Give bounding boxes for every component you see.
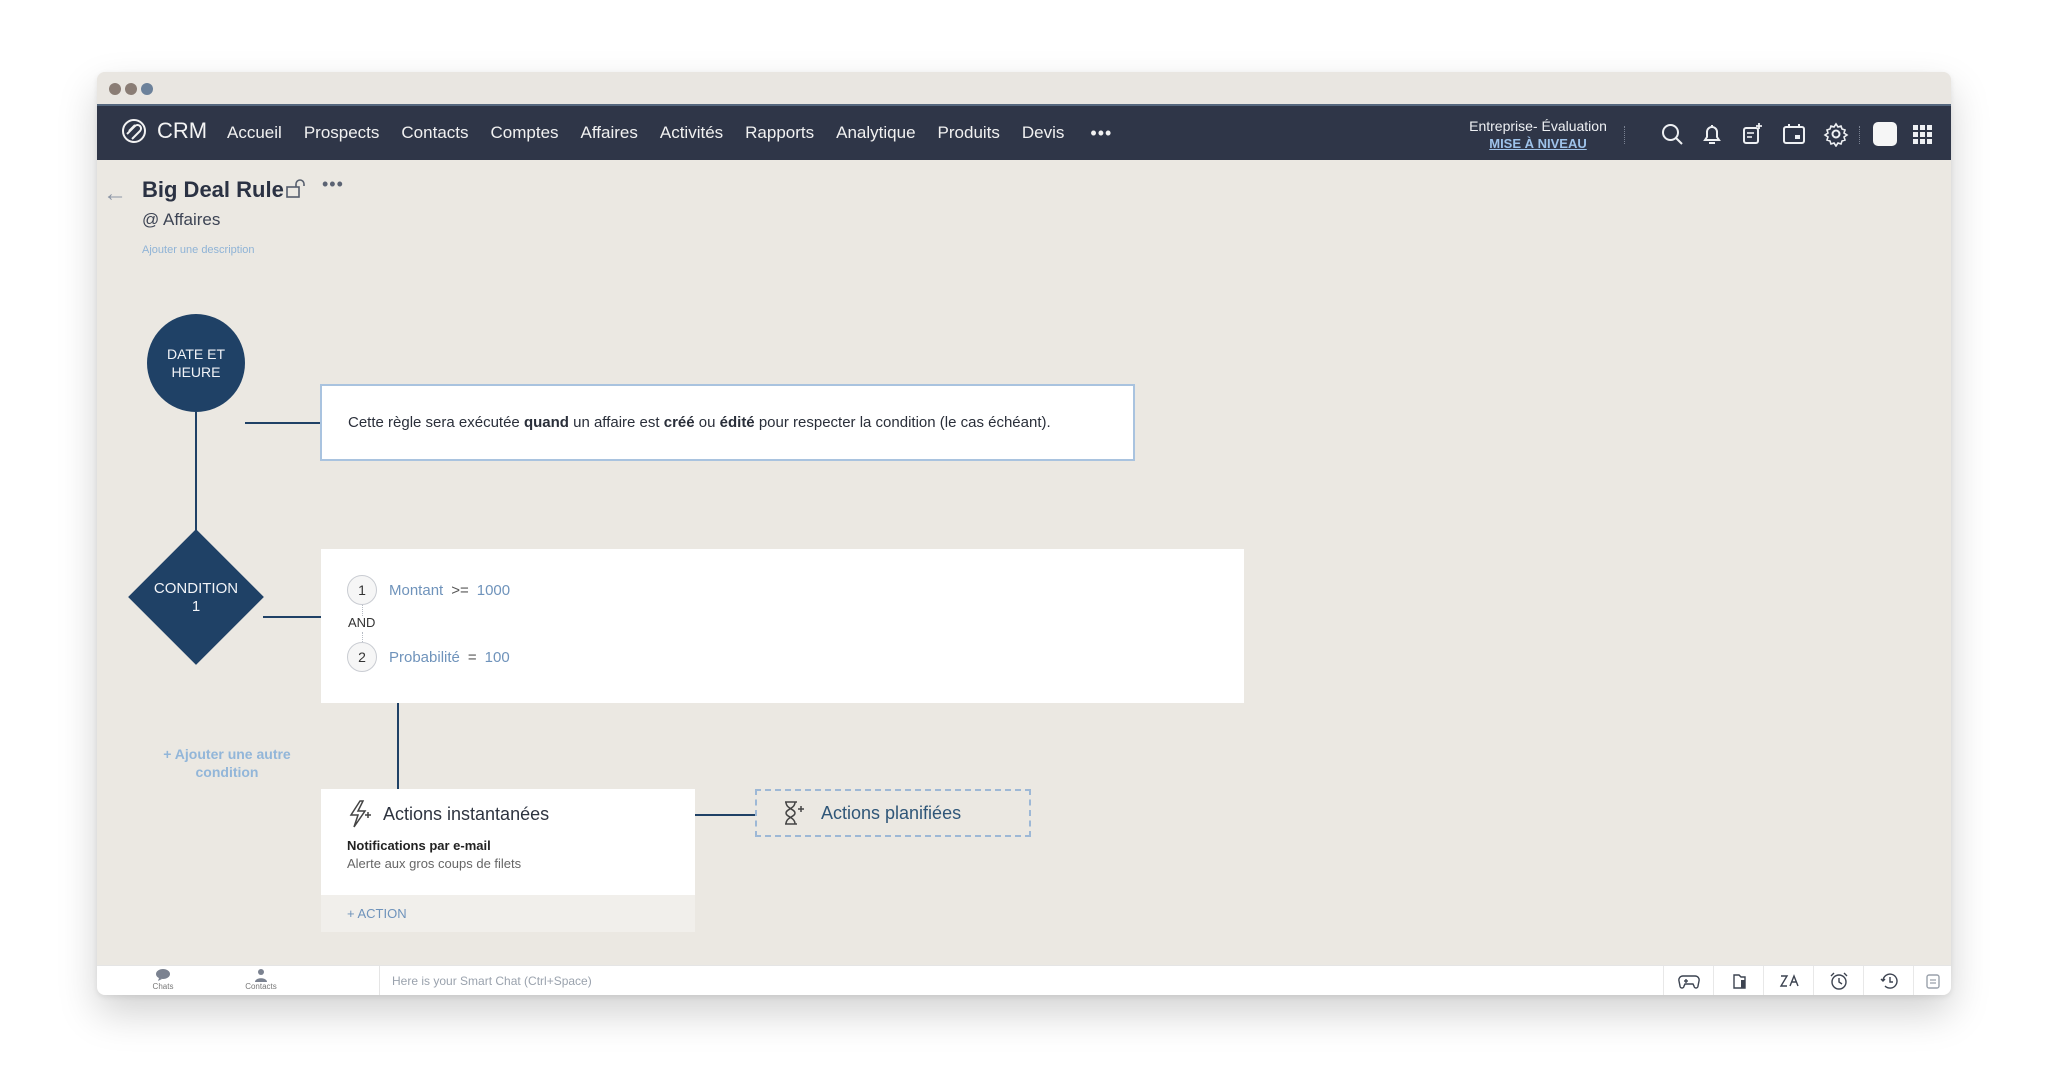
criteria-value: 100: [484, 648, 510, 666]
search-icon[interactable]: [1659, 121, 1685, 147]
criteria-row[interactable]: 2 Probabilité = 100: [347, 642, 510, 672]
main-nav: Accueil Prospects Contacts Comptes Affai…: [227, 106, 1112, 160]
scheduled-actions-title: Actions planifiées: [821, 802, 962, 823]
criteria-text: Probabilité = 100: [389, 649, 510, 666]
gamepad-icon[interactable]: [1663, 966, 1713, 995]
smart-chat-input[interactable]: Here is your Smart Chat (Ctrl+Space): [379, 966, 1379, 995]
notes-icon[interactable]: [1913, 966, 1951, 995]
condition-node-label: CONDITION 1: [126, 580, 266, 616]
nav-devis[interactable]: Devis: [1022, 123, 1065, 143]
add-condition-link[interactable]: + Ajouter une autre condition: [147, 745, 307, 781]
criteria-field: Probabilité: [389, 648, 460, 666]
window-minimize-dot[interactable]: [125, 83, 137, 95]
lightning-icon: [349, 800, 371, 828]
avatar[interactable]: [1873, 122, 1897, 146]
bottom-bar: Chats Contacts Here is your Smart Chat (…: [97, 965, 1951, 995]
nav-activites[interactable]: Activités: [660, 123, 723, 143]
action-item-title[interactable]: Notifications par e-mail: [347, 838, 491, 853]
contacts-button[interactable]: Contacts: [231, 968, 291, 992]
chat-bubble-icon: [156, 969, 170, 981]
nav-more-button[interactable]: •••: [1090, 123, 1112, 144]
gear-icon[interactable]: [1823, 121, 1849, 148]
nav-affaires[interactable]: Affaires: [581, 123, 638, 143]
trigger-text-part: Cette règle sera exécutée: [348, 414, 524, 431]
nav-divider-2: [1859, 126, 1860, 144]
add-description-link[interactable]: Ajouter une description: [142, 244, 255, 256]
condition-node-line2: 1: [191, 598, 201, 615]
instant-actions-title: Actions instantanées: [383, 803, 550, 824]
criteria-text: Montant >= 1000: [389, 582, 510, 599]
trigger-text-part: un affaire est: [568, 414, 664, 431]
chats-label: Chats: [152, 982, 174, 991]
add-action-button[interactable]: + ACTION: [321, 895, 695, 932]
window-close-dot[interactable]: [109, 83, 121, 95]
trigger-connector: [245, 422, 320, 424]
crm-logo-icon: [122, 119, 146, 143]
top-navbar: CRM Accueil Prospects Contacts Comptes A…: [97, 104, 1951, 160]
trigger-description: Cette règle sera exécutée quand un affai…: [348, 414, 1051, 431]
add-note-icon[interactable]: [1739, 121, 1765, 147]
trigger-node[interactable]: DATE ET HEURE: [147, 314, 245, 412]
chats-button[interactable]: Chats: [133, 968, 193, 992]
criteria-value: 1000: [476, 581, 511, 599]
nav-divider: [1624, 126, 1625, 144]
criteria-field: Montant: [389, 581, 444, 599]
trigger-node-line2: HEURE: [171, 364, 221, 380]
rule-editor: ← Big Deal Rule ••• @ Affaires Ajouter u…: [97, 160, 1951, 995]
action-item-subtitle: Alerte aux gros coups de filets: [347, 856, 522, 871]
trigger-node-line1: DATE ET: [166, 346, 226, 362]
hourglass-icon: [785, 801, 804, 825]
files-icon[interactable]: [1713, 966, 1763, 995]
contacts-label: Contacts: [245, 982, 277, 991]
criteria-number: 2: [347, 642, 377, 672]
more-options-icon[interactable]: •••: [322, 174, 344, 195]
instant-actions-header: Actions instantanées: [347, 799, 549, 829]
nav-produits[interactable]: Produits: [938, 123, 1000, 143]
app-window: CRM Accueil Prospects Contacts Comptes A…: [97, 72, 1951, 995]
back-arrow-icon[interactable]: ←: [103, 180, 127, 208]
criteria-number: 1: [347, 575, 377, 605]
nav-comptes[interactable]: Comptes: [491, 123, 559, 143]
trigger-keyword: quand: [523, 414, 569, 431]
edition-info: Entreprise- Évaluation MISE À NIVEAU: [1463, 118, 1613, 152]
nav-contacts[interactable]: Contacts: [401, 123, 468, 143]
condition-connector: [263, 616, 321, 618]
calendar-icon[interactable]: [1781, 121, 1807, 147]
condition-to-action-line: [397, 703, 399, 789]
trigger-keyword: édité: [719, 414, 755, 431]
condition-criteria-box[interactable]: 1 Montant >= 1000 AND 2 Probabilité = 100: [321, 549, 1244, 703]
criteria-joiner: AND: [348, 615, 376, 630]
unlock-icon[interactable]: [285, 178, 307, 200]
nav-analytique[interactable]: Analytique: [836, 123, 915, 143]
bell-icon[interactable]: [1699, 121, 1725, 147]
nav-accueil[interactable]: Accueil: [227, 123, 282, 143]
window-titlebar: [97, 72, 1951, 104]
upgrade-link[interactable]: MISE À NIVEAU: [1463, 135, 1613, 152]
trigger-text-part: ou: [694, 414, 720, 431]
rule-title: Big Deal Rule: [142, 177, 284, 202]
rule-module: @ Affaires: [142, 210, 221, 229]
scheduled-actions-box[interactable]: Actions planifiées: [755, 789, 1031, 837]
action-connector: [695, 814, 755, 816]
criteria-row[interactable]: 1 Montant >= 1000: [347, 575, 510, 605]
instant-actions-card: Actions instantanées Notifications par e…: [321, 789, 695, 932]
brand-name: CRM: [157, 118, 208, 143]
crm-logo[interactable]: CRM: [117, 118, 207, 144]
history-icon[interactable]: [1863, 966, 1913, 995]
alarm-clock-icon[interactable]: [1813, 966, 1863, 995]
condition-node-line1: CONDITION: [153, 580, 239, 597]
translate-icon[interactable]: [1763, 966, 1813, 995]
apps-grid-icon[interactable]: [1909, 121, 1935, 147]
plan-label: Entreprise- Évaluation: [1469, 118, 1607, 134]
criteria-operator: >=: [451, 581, 469, 599]
trigger-text-part: pour respecter la condition (le cas éché…: [754, 414, 1051, 431]
trigger-keyword: créé: [663, 414, 695, 431]
criteria-operator: =: [467, 648, 477, 666]
trigger-description-box[interactable]: Cette règle sera exécutée quand un affai…: [320, 384, 1135, 461]
window-zoom-dot[interactable]: [141, 83, 153, 95]
nav-rapports[interactable]: Rapports: [745, 123, 814, 143]
contacts-icon: [255, 969, 267, 982]
nav-prospects[interactable]: Prospects: [304, 123, 380, 143]
